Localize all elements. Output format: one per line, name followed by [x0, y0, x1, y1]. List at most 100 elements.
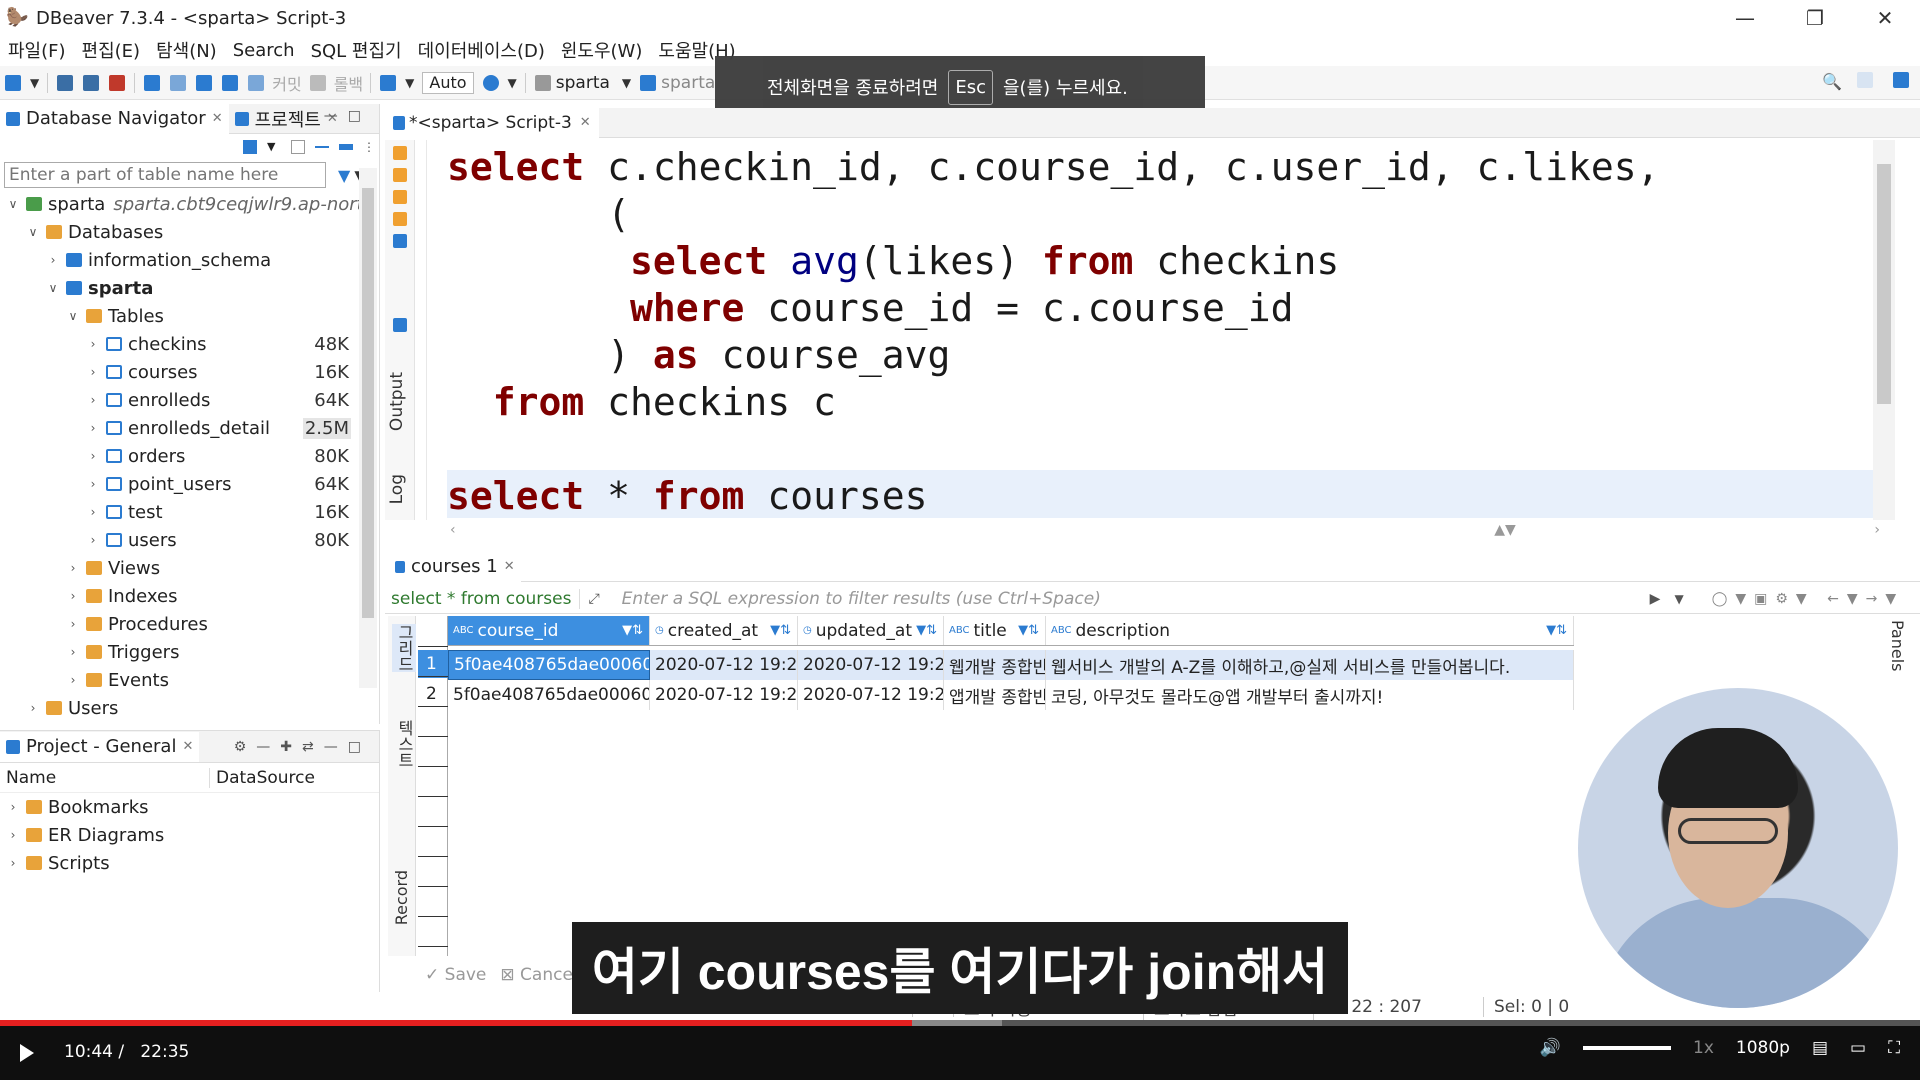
tree-node-databases[interactable]: ∨ Databases: [0, 218, 379, 246]
log-panel-toggle[interactable]: Log: [387, 474, 407, 504]
table-node[interactable]: › checkins 48K: [0, 330, 379, 358]
sort-filter-icon[interactable]: ▼⇅: [1018, 623, 1039, 638]
chevron-down-icon[interactable]: ▼: [405, 76, 414, 90]
table-cell[interactable]: 웹서비스 개발의 A-Z를 이해하고,@실제 서비스를 만들어봅니다.: [1046, 650, 1574, 680]
volume-icon[interactable]: 🔊: [1540, 1038, 1561, 1058]
filter-history-icon[interactable]: ▼: [1674, 592, 1683, 606]
chevron-right-icon[interactable]: ›: [86, 365, 100, 379]
navigator-scrollbar[interactable]: [359, 168, 377, 688]
sql-code[interactable]: select c.checkin_id, c.course_id, c.user…: [447, 144, 1660, 520]
table-row[interactable]: 5f0ae408765dae0006002816 2020-07-12 19:2…: [448, 650, 1574, 680]
chevron-right-icon[interactable]: ›: [86, 505, 100, 519]
table-cell[interactable]: 웹개발 종합반: [944, 650, 1046, 680]
volume-slider[interactable]: [1583, 1046, 1672, 1050]
tab-results-courses[interactable]: courses 1 ✕: [385, 551, 521, 582]
connect-icon[interactable]: [57, 74, 74, 91]
column-header-updated-at[interactable]: ◷ updated_at ▼⇅: [798, 616, 944, 645]
tree-node-indexes[interactable]: › Indexes: [0, 582, 379, 610]
table-cell[interactable]: 2020-07-12 19:20:56: [650, 650, 798, 680]
sort-filter-icon[interactable]: ▼⇅: [916, 623, 937, 638]
link-editor-icon[interactable]: [339, 144, 353, 150]
menu-window[interactable]: 윈도우(W): [553, 37, 651, 63]
chevron-down-icon[interactable]: ∨: [66, 309, 80, 323]
restore-button[interactable]: ❐: [1780, 0, 1850, 36]
table-node[interactable]: › users 80K: [0, 526, 379, 554]
editor-scrollbar[interactable]: [1873, 140, 1895, 520]
text-view-toggle[interactable]: 텍스트: [392, 720, 416, 768]
tree-node-views[interactable]: › Views: [0, 554, 379, 582]
chevron-right-icon[interactable]: ›: [86, 533, 100, 547]
table-search-input[interactable]: [4, 162, 326, 188]
menu-edit[interactable]: 편집(E): [74, 37, 149, 63]
table-node[interactable]: › point_users 64K: [0, 470, 379, 498]
chevron-right-icon[interactable]: ›: [6, 828, 20, 842]
commit-mode-select[interactable]: Auto: [422, 71, 474, 94]
row-number[interactable]: 1: [418, 650, 448, 678]
results-toolbar-icons[interactable]: ◯▼▣⚙▼ ←▼→▼: [1712, 591, 1904, 607]
chevron-down-icon[interactable]: ▼: [30, 76, 39, 90]
chevron-right-icon[interactable]: ›: [6, 856, 20, 870]
tree-node-information-schema[interactable]: › information_schema: [0, 246, 379, 274]
chevron-right-icon[interactable]: ›: [66, 589, 80, 603]
transaction-mode-icon[interactable]: [380, 74, 397, 91]
expand-icon[interactable]: ⤢: [588, 591, 599, 607]
filter-icon[interactable]: ▼: [338, 166, 350, 185]
table-row[interactable]: 5f0ae408765dae0006002817 2020-07-12 19:2…: [448, 680, 1574, 710]
tree-node-users[interactable]: › Users: [0, 694, 379, 722]
new-connection-icon[interactable]: [5, 74, 21, 91]
close-button[interactable]: ✕: [1850, 0, 1920, 36]
project-item-bookmarks[interactable]: › Bookmarks: [0, 793, 379, 821]
load-script-icon[interactable]: [393, 212, 407, 226]
column-header-created-at[interactable]: ◷ created_at ▼⇅: [650, 616, 798, 645]
table-cell[interactable]: 2020-07-12 19:20:56: [650, 680, 798, 710]
new-folder-icon[interactable]: [291, 140, 305, 154]
search-icon[interactable]: 🔍: [1822, 72, 1842, 91]
chevron-down-icon[interactable]: ▼: [267, 140, 281, 154]
rollback-icon[interactable]: [309, 74, 326, 91]
active-connection-select[interactable]: sparta: [556, 73, 610, 93]
chevron-right-icon[interactable]: ›: [66, 645, 80, 659]
output-panel-toggle[interactable]: Output: [387, 372, 407, 431]
commit-button[interactable]: 커밋: [272, 71, 301, 95]
chevron-down-icon[interactable]: ▼: [622, 76, 631, 90]
sort-filter-icon[interactable]: ▼⇅: [1546, 623, 1567, 638]
minimize-maximize-icon[interactable]: —□: [324, 108, 371, 124]
column-header-title[interactable]: ABC title ▼⇅: [944, 616, 1046, 645]
format-icon[interactable]: [393, 234, 407, 248]
chevron-right-icon[interactable]: ›: [6, 800, 20, 814]
panel-toolbar-icons[interactable]: ⚙—✚⇄—□: [234, 739, 371, 755]
tree-node-sparta[interactable]: ∨ sparta: [0, 274, 379, 302]
table-cell[interactable]: 앱개발 종합반: [944, 680, 1046, 710]
new-script-icon[interactable]: [196, 74, 213, 91]
minimize-button[interactable]: —: [1710, 0, 1780, 36]
collapse-all-icon[interactable]: [315, 146, 329, 148]
sql-editor-icon[interactable]: [170, 74, 187, 91]
settings-gear-icon[interactable]: [393, 318, 407, 332]
table-cell[interactable]: 2020-07-12 19:20:56: [798, 680, 944, 710]
open-perspective-icon[interactable]: [1857, 72, 1873, 88]
chevron-right-icon[interactable]: ›: [86, 337, 100, 351]
row-number[interactable]: 2: [418, 680, 448, 708]
close-icon[interactable]: ✕: [212, 111, 223, 126]
rollback-button[interactable]: 롤백: [334, 71, 363, 95]
chevron-right-icon[interactable]: ›: [86, 477, 100, 491]
play-icon[interactable]: [20, 1044, 34, 1062]
history-icon[interactable]: [482, 74, 499, 91]
chevron-right-icon[interactable]: ›: [66, 561, 80, 575]
project-item-scripts[interactable]: › Scripts: [0, 849, 379, 877]
panels-toggle[interactable]: Panels: [1888, 620, 1907, 672]
chevron-down-icon[interactable]: ▼: [508, 76, 517, 90]
table-node[interactable]: › enrolleds_detail 2.5M: [0, 414, 379, 442]
menu-navigate[interactable]: 탐색(N): [148, 37, 225, 63]
chevron-right-icon[interactable]: ›: [66, 673, 80, 687]
tree-node-events[interactable]: › Events: [0, 666, 379, 694]
reconnect-icon[interactable]: [83, 74, 100, 91]
transaction-icon[interactable]: [144, 74, 161, 91]
chevron-right-icon[interactable]: ›: [66, 617, 80, 631]
column-header-description[interactable]: ABC description ▼⇅: [1046, 616, 1574, 645]
tree-node-connection[interactable]: ∨ sparta sparta.cbt9ceqjwlr9.ap-north: [0, 190, 379, 218]
sort-filter-icon[interactable]: ▼⇅: [770, 623, 791, 638]
chevron-right-icon[interactable]: ›: [26, 701, 40, 715]
chevron-down-icon[interactable]: ∨: [6, 197, 20, 211]
chevron-down-icon[interactable]: ∨: [26, 225, 40, 239]
